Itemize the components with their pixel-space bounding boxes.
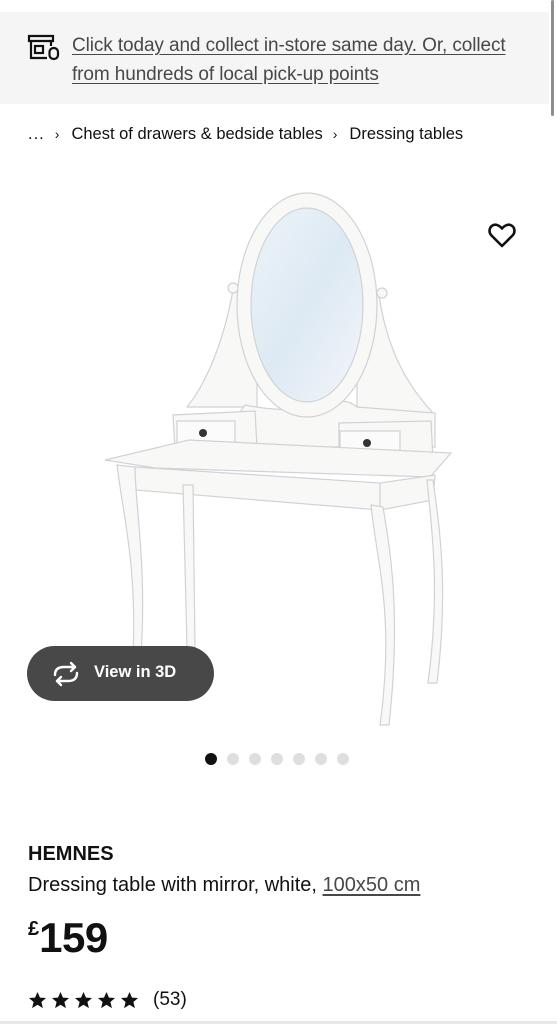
click-collect-link[interactable]: Click today and collect in-store same da… <box>72 31 542 89</box>
product-price: £ 159 <box>28 914 108 962</box>
carousel-dot-7[interactable] <box>337 753 349 765</box>
heart-icon[interactable] <box>487 221 517 249</box>
product-description: Dressing table with mirror, white, 100x5… <box>28 874 420 897</box>
rating-stars <box>28 991 139 1010</box>
price-amount: 159 <box>39 914 108 961</box>
chevron-right-icon: › <box>54 126 60 142</box>
star-icon <box>120 991 139 1008</box>
star-icon <box>51 991 70 1008</box>
star-icon <box>97 991 116 1008</box>
product-dimensions-link[interactable]: 100x50 cm <box>323 874 421 896</box>
carousel-pagination <box>205 753 349 765</box>
chevron-right-icon: › <box>332 126 338 142</box>
carousel-dot-6[interactable] <box>315 753 327 765</box>
store-icon <box>27 34 60 61</box>
star-icon <box>28 991 47 1008</box>
carousel-dot-4[interactable] <box>271 753 283 765</box>
star-icon <box>74 991 93 1008</box>
carousel-dot-5[interactable] <box>293 753 305 765</box>
product-description-text: Dressing table with mirror, white, <box>28 874 317 896</box>
breadcrumb-item-chest-of-drawers[interactable]: Chest of drawers & bedside tables <box>71 125 322 144</box>
price-currency: £ <box>28 918 40 940</box>
breadcrumb: ... › Chest of drawers & bedside tables … <box>28 122 463 146</box>
product-brand: HEMNES <box>28 843 114 865</box>
view-in-3d-label: View in 3D <box>94 663 177 681</box>
rotate-3d-icon <box>53 661 79 687</box>
scrollbar[interactable] <box>551 0 554 116</box>
breadcrumb-item-dressing-tables[interactable]: Dressing tables <box>349 125 463 144</box>
carousel-dot-2[interactable] <box>227 753 239 765</box>
click-collect-banner[interactable]: Click today and collect in-store same da… <box>0 12 549 104</box>
breadcrumb-ellipsis[interactable]: ... <box>28 125 45 144</box>
carousel-dot-1[interactable] <box>205 753 217 765</box>
carousel-dot-3[interactable] <box>249 753 261 765</box>
product-rating[interactable]: (53) <box>28 989 187 1011</box>
view-in-3d-button[interactable]: View in 3D <box>27 646 214 701</box>
review-count: (53) <box>153 989 187 1010</box>
